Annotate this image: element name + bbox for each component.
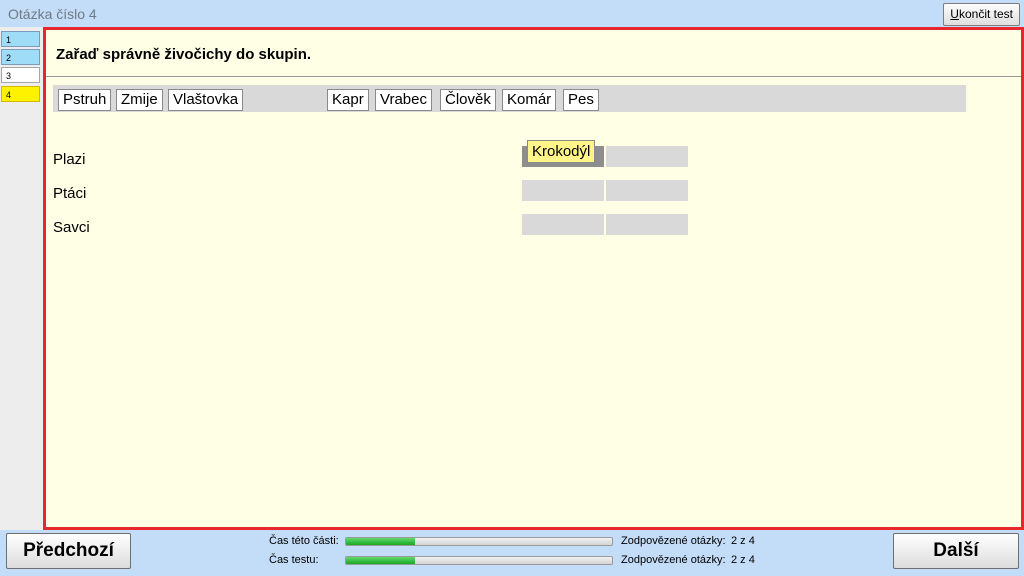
answered-value-2: 2 z 4 [731, 554, 755, 566]
question-navigator: 1 2 3 4 [0, 27, 43, 530]
test-time-progress-fill [346, 557, 416, 564]
answer-tile-vlastovka[interactable]: Vlaštovka [168, 89, 244, 111]
drop-slot-ptaci-1[interactable] [522, 180, 604, 201]
drop-slot-ptaci-2[interactable] [606, 180, 688, 201]
question-nav-item-4[interactable]: 4 [1, 86, 40, 102]
question-text: Zařaď správně živočichy do skupin. [56, 46, 312, 63]
question-separator [46, 76, 1021, 77]
title-bar: Otázka číslo 4 Ukončit test [0, 0, 1024, 27]
placed-tile-krokodyl[interactable]: Krokodýl [527, 140, 596, 163]
test-time-progress [345, 556, 613, 565]
window-title: Otázka číslo 4 [8, 6, 97, 22]
answered-label-2: Zodpovězené otázky: [621, 554, 726, 566]
answer-tile-pes[interactable]: Pes [563, 89, 599, 111]
question-nav-label: 3 [6, 71, 12, 81]
drop-slot-savci-2[interactable] [606, 214, 688, 235]
question-nav-label: 2 [6, 53, 12, 63]
end-test-label-rest: končit test [958, 7, 1013, 21]
footer-bar: Předchozí Čas této části: Zodpovězené ot… [0, 530, 1024, 576]
category-label-ptaci: Ptáci [53, 185, 87, 202]
test-time-label: Čas testu: [269, 554, 319, 566]
drop-slot-plazi-2[interactable] [606, 146, 688, 167]
answer-tile-komar[interactable]: Komár [502, 89, 557, 111]
question-nav-label: 1 [6, 35, 12, 45]
answer-tile-pstruh[interactable]: Pstruh [58, 89, 112, 111]
section-time-label: Čas této části: [269, 535, 339, 547]
category-label-savci: Savci [53, 219, 90, 236]
answer-tile-zmije[interactable]: Zmije [116, 89, 163, 111]
question-panel: Zařaď správně živočichy do skupin. Pstru… [43, 27, 1024, 530]
answer-tile-kapr[interactable]: Kapr [327, 89, 369, 111]
answer-tile-vrabec[interactable]: Vrabec [375, 89, 432, 111]
end-test-button[interactable]: Ukončit test [943, 3, 1020, 26]
section-time-progress [345, 537, 613, 546]
next-button[interactable]: Další [893, 533, 1019, 569]
answer-bank: Pstruh Zmije Vlaštovka Kapr Vrabec Člově… [53, 85, 966, 112]
question-nav-label: 4 [6, 90, 12, 100]
question-nav-item-2[interactable]: 2 [1, 49, 40, 65]
category-label-plazi: Plazi [53, 151, 86, 168]
question-nav-item-3[interactable]: 3 [1, 67, 40, 83]
answered-label-1: Zodpovězené otázky: [621, 535, 726, 547]
drop-slot-savci-1[interactable] [522, 214, 604, 235]
previous-label: Předchozí [23, 540, 114, 561]
question-nav-item-1[interactable]: 1 [1, 31, 40, 47]
answer-tile-clovek[interactable]: Člověk [440, 89, 496, 111]
section-time-progress-fill [346, 538, 416, 545]
previous-button[interactable]: Předchozí [6, 533, 131, 569]
next-label: Další [933, 540, 979, 561]
end-test-label: Ukončit test [950, 7, 1013, 21]
answered-value-1: 2 z 4 [731, 535, 755, 547]
